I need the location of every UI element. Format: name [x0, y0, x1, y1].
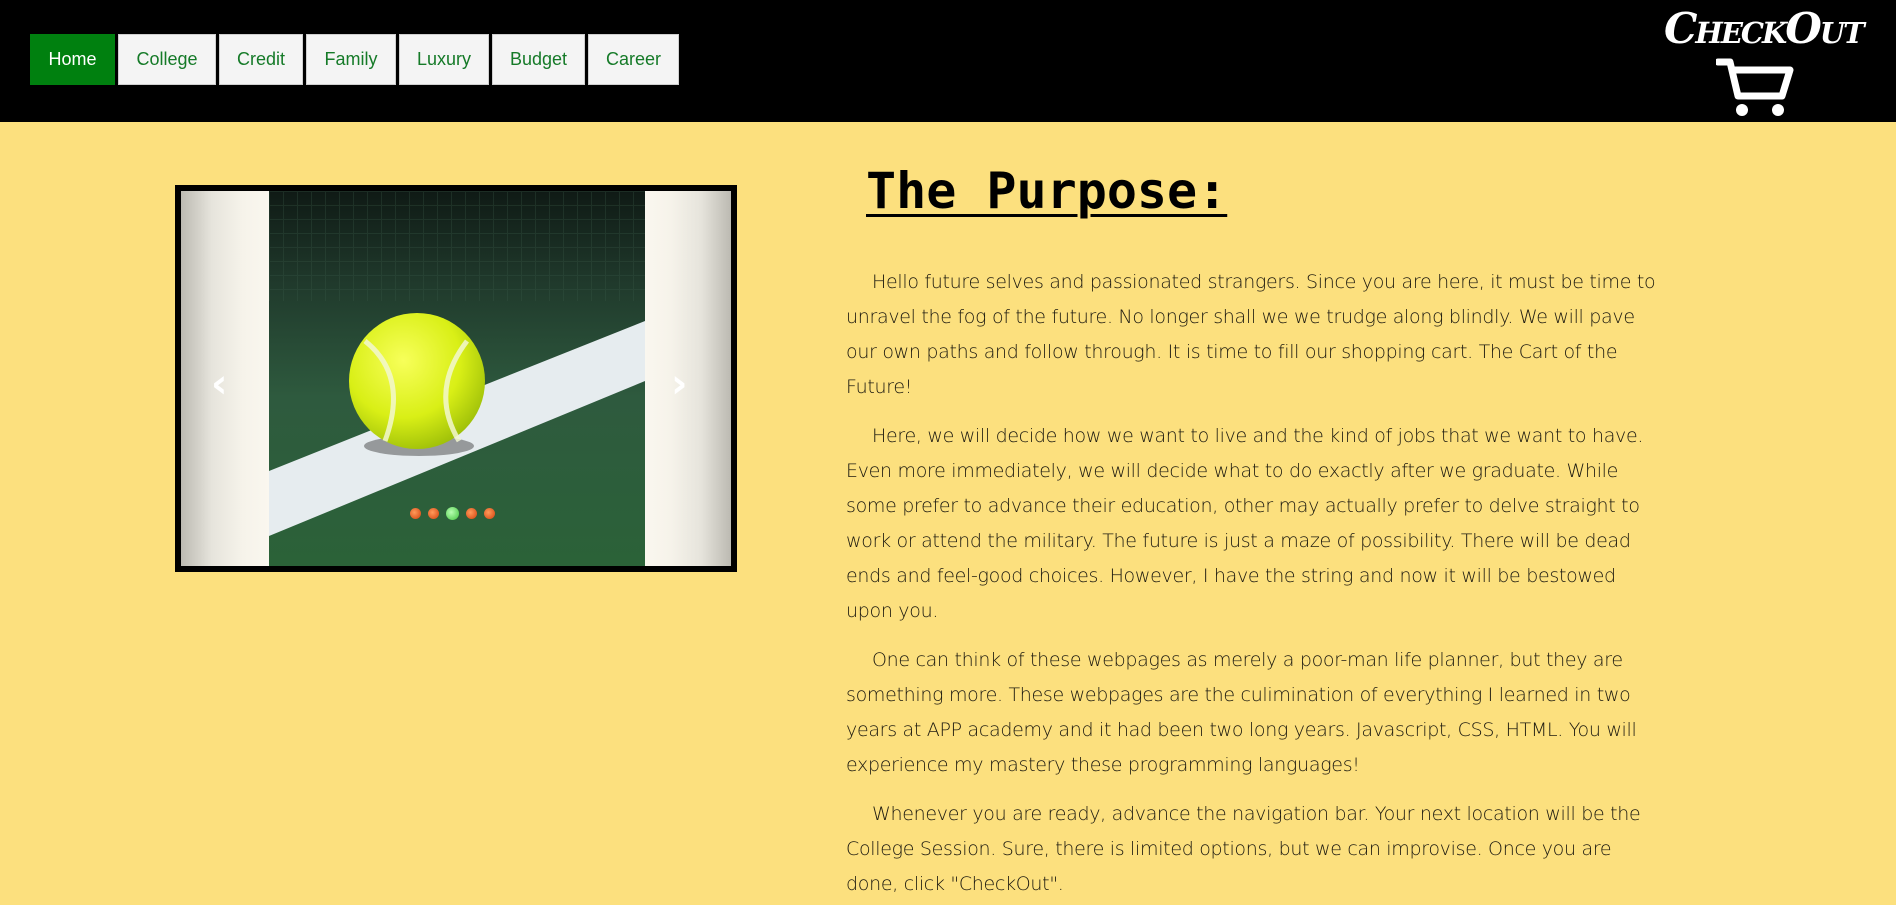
checkout-link[interactable]: CheckOut — [1664, 4, 1865, 118]
chevron-left-icon: ‹ — [211, 361, 228, 407]
paragraph-webpages: One can think of these webpages as merel… — [846, 649, 1637, 776]
purpose-article: Hello future selves and passionated stra… — [846, 265, 1666, 905]
nav-item-credit[interactable]: Credit — [219, 34, 303, 85]
paragraph-next-steps: Whenever you are ready, advance the navi… — [846, 803, 1641, 895]
nav-item-family[interactable]: Family — [306, 34, 396, 85]
paragraph-intro: Hello future selves and passionated stra… — [846, 271, 1656, 398]
slider-dot-3-active[interactable] — [446, 507, 459, 520]
slider-prev-button[interactable]: ‹ — [181, 191, 269, 566]
slider-next-button[interactable]: › — [645, 191, 731, 566]
nav-item-home[interactable]: Home — [30, 34, 115, 85]
paragraph-decisions: Here, we will decide how we want to live… — [846, 425, 1644, 622]
slider-pagination — [410, 507, 495, 520]
slider-dot-5[interactable] — [484, 508, 495, 519]
checkout-label: CheckOut — [1664, 4, 1865, 53]
page-title: The Purpose: — [866, 162, 1228, 220]
top-bar: Home College Credit Family Luxury Budget… — [0, 0, 1896, 122]
slider-dot-4[interactable] — [466, 508, 477, 519]
slider-dot-1[interactable] — [410, 508, 421, 519]
slider-dot-2[interactable] — [428, 508, 439, 519]
main-navigation: Home College Credit Family Luxury Budget… — [30, 34, 679, 85]
shopping-cart-icon — [1716, 58, 1794, 116]
nav-item-luxury[interactable]: Luxury — [399, 34, 489, 85]
chevron-right-icon: › — [671, 361, 688, 407]
nav-item-college[interactable]: College — [118, 34, 216, 85]
nav-item-career[interactable]: Career — [588, 34, 679, 85]
nav-item-budget[interactable]: Budget — [492, 34, 585, 85]
